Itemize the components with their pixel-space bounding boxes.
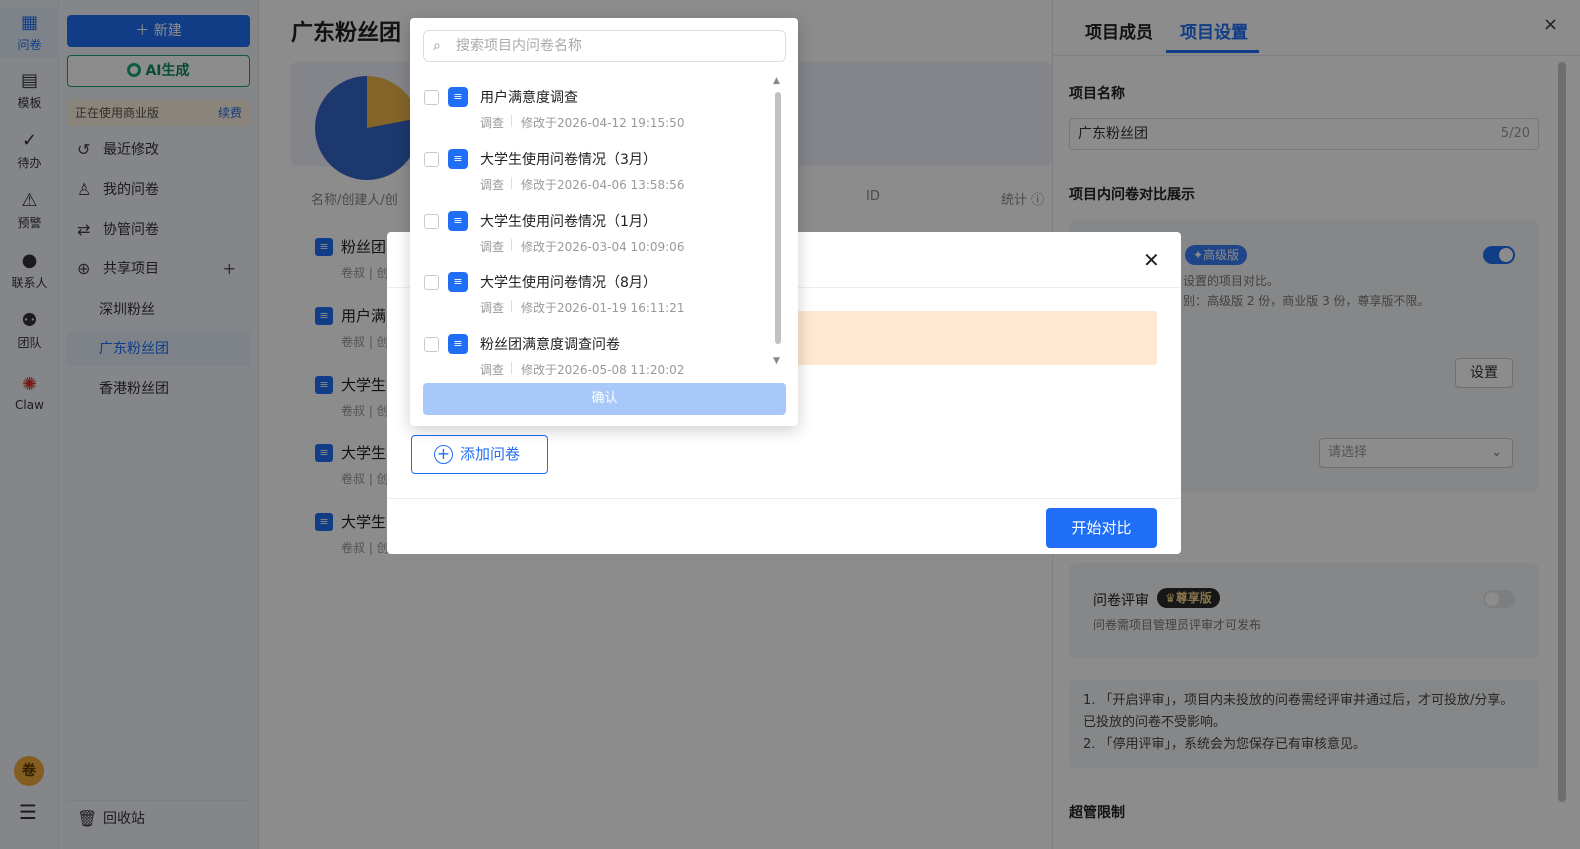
list-item[interactable]: ≡ 大学生使用问卷情况（3月） 调查 修改于2026-04-06 13:58:5… (410, 144, 780, 206)
option-type: 调查 (480, 363, 505, 377)
list-item[interactable]: ≡ 大学生使用问卷情况（1月） 调查 修改于2026-03-04 10:09:0… (410, 206, 780, 268)
questionnaire-icon: ≡ (448, 272, 468, 292)
option-name: 大学生使用问卷情况（8月） (480, 275, 657, 291)
list-item[interactable]: ≡ 大学生使用问卷情况（8月） 调查 修改于2026-01-19 16:11:2… (410, 267, 780, 329)
checkbox[interactable] (424, 337, 439, 352)
separator (511, 300, 512, 312)
confirm-button[interactable]: 确认 (423, 383, 786, 415)
divider (387, 498, 1181, 499)
checkbox[interactable] (424, 152, 439, 167)
questionnaire-icon: ≡ (448, 87, 468, 107)
option-type: 调查 (480, 240, 505, 254)
option-date: 修改于2026-05-08 11:20:02 (521, 363, 685, 377)
checkbox[interactable] (424, 90, 439, 105)
close-icon[interactable]: ✕ (1143, 248, 1160, 272)
separator (511, 177, 512, 189)
checkbox[interactable] (424, 275, 439, 290)
list-item[interactable]: ≡ 粉丝团满意度调查问卷 调查 修改于2026-05-08 11:20:02 (410, 329, 780, 391)
option-date: 修改于2026-04-12 19:15:50 (521, 116, 685, 130)
separator (511, 362, 512, 374)
option-date: 修改于2026-01-19 16:11:21 (521, 301, 685, 315)
separator (511, 115, 512, 127)
start-compare-button[interactable]: 开始对比 (1046, 508, 1157, 548)
scroll-up-arrow-icon[interactable]: ▲ (773, 76, 780, 86)
add-questionnaire-button[interactable]: + 添加问卷 (411, 435, 548, 474)
add-questionnaire-label: 添加问卷 (460, 445, 521, 463)
questionnaire-picker: ⌕ 搜索项目内问卷名称 ≡ 用户满意度调查 调查 修改于2026-04-12 1… (410, 18, 798, 426)
option-name: 大学生使用问卷情况（1月） (480, 214, 657, 230)
option-type: 调查 (480, 301, 505, 315)
option-name: 大学生使用问卷情况（3月） (480, 152, 657, 168)
questionnaire-icon: ≡ (448, 211, 468, 231)
scrollbar-thumb[interactable] (775, 92, 781, 344)
questionnaire-icon: ≡ (448, 334, 468, 354)
option-type: 调查 (480, 178, 505, 192)
option-name: 粉丝团满意度调查问卷 (480, 337, 620, 353)
list-item[interactable]: ≡ 用户满意度调查 调查 修改于2026-04-12 19:15:50 (410, 82, 780, 144)
separator (511, 239, 512, 251)
scroll-down-arrow-icon[interactable]: ▼ (773, 356, 780, 366)
plus-circle-icon: + (434, 445, 453, 464)
option-date: 修改于2026-04-06 13:58:56 (521, 178, 685, 192)
option-name: 用户满意度调查 (480, 90, 578, 106)
checkbox[interactable] (424, 214, 439, 229)
option-date: 修改于2026-03-04 10:09:06 (521, 240, 685, 254)
search-placeholder: 搜索项目内问卷名称 (456, 38, 582, 54)
questionnaire-icon: ≡ (448, 149, 468, 169)
search-input[interactable]: ⌕ 搜索项目内问卷名称 (423, 30, 786, 62)
option-type: 调查 (480, 116, 505, 130)
search-icon: ⌕ (433, 38, 441, 54)
